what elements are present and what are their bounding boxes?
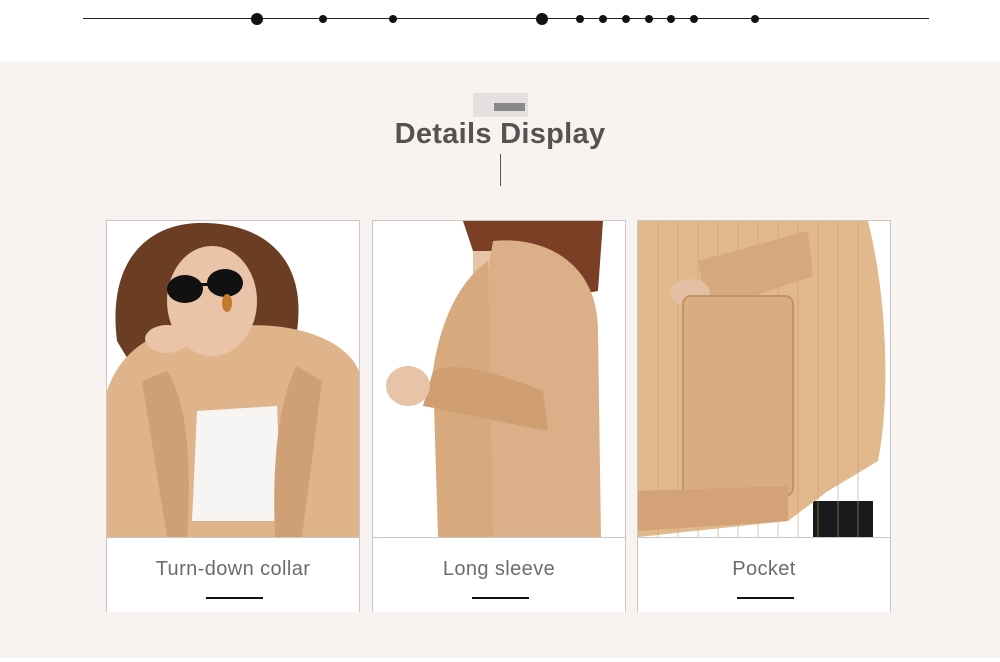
card-photo-sleeve <box>373 221 625 537</box>
caption-area: Turn-down collar <box>107 537 359 612</box>
details-section: Details Display Turn-down collar Long sl… <box>0 61 1000 658</box>
caption-underline <box>206 597 263 599</box>
timeline-dot <box>576 15 584 23</box>
timeline-dot <box>667 15 675 23</box>
section-badge <box>473 93 528 117</box>
detail-card-sleeve: Long sleeve <box>372 220 626 612</box>
card-photo-collar <box>107 221 359 537</box>
card-caption: Pocket <box>732 558 796 580</box>
timeline-dot <box>599 15 607 23</box>
timeline-dot <box>251 13 263 25</box>
caption-underline <box>472 597 529 599</box>
detail-card-pocket: Pocket <box>637 220 891 612</box>
card-caption: Long sleeve <box>442 558 556 580</box>
detail-card-collar: Turn-down collar <box>106 220 360 612</box>
card-photo-pocket <box>638 221 890 537</box>
timeline-strip <box>0 0 1000 60</box>
section-title: Details Display <box>394 118 606 150</box>
timeline-dot <box>690 15 698 23</box>
bottom-strip <box>0 658 1000 662</box>
timeline-dot <box>751 15 759 23</box>
timeline-dot <box>389 15 397 23</box>
title-divider <box>500 154 501 186</box>
timeline-dot <box>645 15 653 23</box>
caption-area: Long sleeve <box>373 537 625 612</box>
caption-underline <box>737 597 794 599</box>
timeline-rule <box>83 18 929 19</box>
badge-bar <box>494 103 525 111</box>
timeline-dot <box>319 15 327 23</box>
caption-area: Pocket <box>638 537 890 612</box>
timeline-dot <box>622 15 630 23</box>
timeline-dot <box>536 13 548 25</box>
card-caption: Turn-down collar <box>155 558 311 580</box>
